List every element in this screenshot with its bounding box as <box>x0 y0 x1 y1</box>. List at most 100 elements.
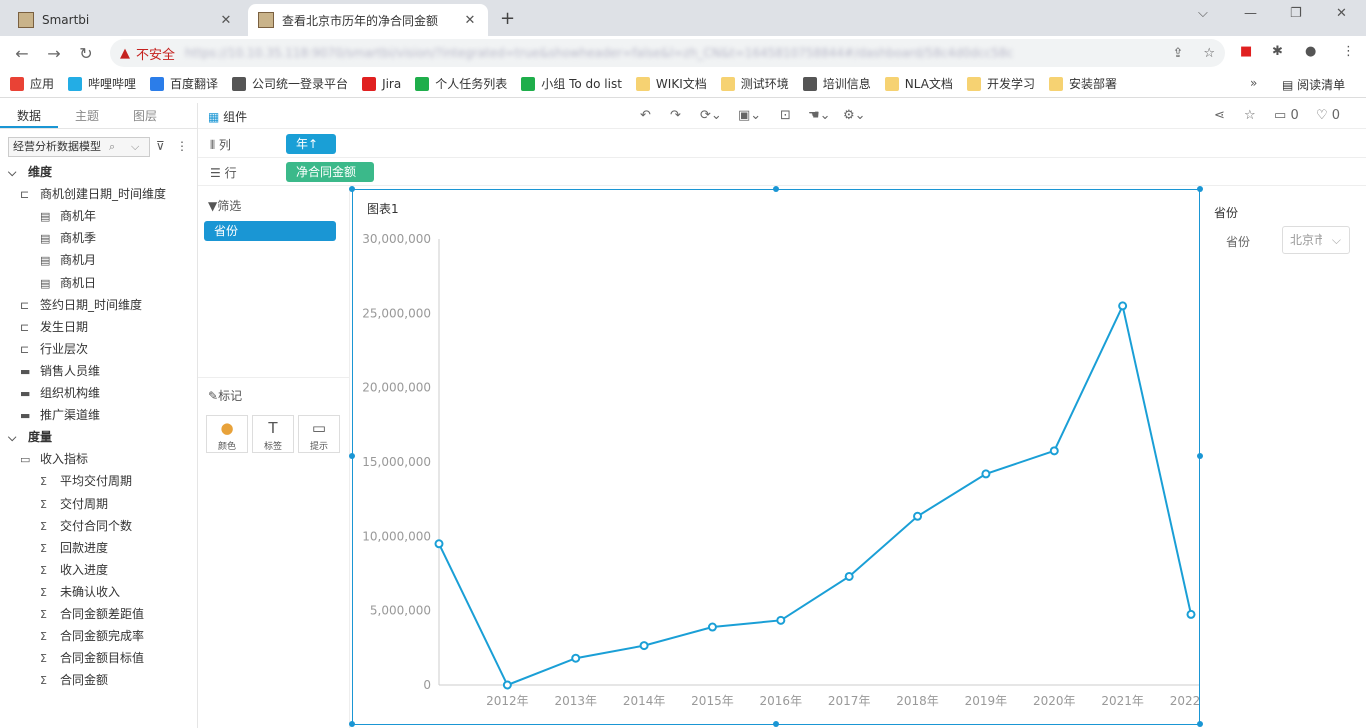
browser-tab-smartbi[interactable]: Smartbi ✕ <box>8 4 244 36</box>
share-icon[interactable]: ⋖ <box>1214 108 1225 123</box>
tree-item[interactable]: ▭ 收入指标 <box>20 450 88 467</box>
data-point <box>639 641 649 651</box>
column-pill-year[interactable]: 年↑ <box>286 134 336 154</box>
tree-item[interactable]: ⊏ 商机创建日期_时间维度 <box>20 185 166 202</box>
tree-item[interactable]: Σ 未确认收入 <box>40 583 120 600</box>
tree-item[interactable]: Σ 交付周期 <box>40 495 108 512</box>
calc-measure-icon: Σ <box>40 563 47 577</box>
mark-tooltip[interactable]: ▭ 提示 <box>298 415 340 453</box>
share-icon[interactable]: ⇪ <box>1172 46 1183 61</box>
component-button[interactable]: ▦ 组件 <box>208 108 247 125</box>
tree-item[interactable]: Σ 收入进度 <box>40 561 108 578</box>
profile-avatar-icon[interactable]: ● <box>1305 44 1316 59</box>
y-tick-label: 15,000,000 <box>362 455 431 469</box>
resize-handle[interactable] <box>349 186 355 192</box>
tree-item[interactable]: Σ 回款进度 <box>40 539 108 556</box>
mark-label[interactable]: T 标签 <box>252 415 294 453</box>
resize-handle[interactable] <box>773 186 779 192</box>
tree-item[interactable]: ⊏ 行业层次 <box>20 340 88 357</box>
reload-icon[interactable]: ↻ <box>70 44 102 63</box>
omnibox[interactable]: ▲ 不安全 https://10.10.35.118:9070/smartbi/… <box>110 39 1225 67</box>
bookmark-item[interactable]: 测试环境 <box>720 75 789 92</box>
resize-handle[interactable] <box>773 721 779 727</box>
tree-item[interactable]: ▬ 推广渠道维 <box>20 406 100 423</box>
tree-item[interactable]: Σ 交付合同个数 <box>40 517 132 534</box>
browser-tab-bar: Smartbi ✕ 查看北京市历年的净合同金额 ✕ + ⌵ — ❐ ✕ <box>0 0 1366 36</box>
restore-icon[interactable]: ❐ <box>1290 6 1302 21</box>
bookmark-item[interactable]: 培训信息 <box>802 75 871 92</box>
like-button[interactable]: ♡ 0 <box>1316 108 1340 123</box>
resize-handle[interactable] <box>349 721 355 727</box>
tree-item[interactable]: ▬ 销售人员维 <box>20 362 100 379</box>
bookmark-item[interactable]: 应用 <box>10 75 54 92</box>
tree-item[interactable]: ▬ 组织机构维 <box>20 384 100 401</box>
save-icon[interactable]: ▣⌄ <box>738 108 761 123</box>
tab-search-icon[interactable]: ⌵ <box>1198 6 1208 21</box>
bookmark-item[interactable]: 安装部署 <box>1048 75 1117 92</box>
forward-icon[interactable]: → <box>38 44 70 63</box>
new-tab-icon[interactable]: + <box>500 8 515 29</box>
filter-pill-province[interactable]: 省份 <box>204 221 336 241</box>
bookmark-star-icon[interactable]: ☆ <box>1203 46 1215 61</box>
bookmark-item[interactable]: 小组 To do list <box>521 75 622 92</box>
tab-data[interactable]: 数据 <box>0 103 58 128</box>
bookmark-item[interactable]: WIKI文档 <box>635 75 707 92</box>
back-icon[interactable]: ← <box>6 44 38 63</box>
undo-icon[interactable]: ↶ <box>640 108 651 123</box>
bookmark-item[interactable]: NLA文档 <box>884 75 953 92</box>
row-pill-amount[interactable]: 净合同金额 <box>286 162 374 182</box>
tree-item[interactable]: ▤ 商机月 <box>40 251 96 268</box>
url-text[interactable]: https://10.10.35.118:9070/smartbi/vision… <box>185 46 1162 60</box>
tree-section[interactable]: ⌵ 维度 <box>8 163 52 180</box>
mark-color[interactable]: ● 颜色 <box>206 415 248 453</box>
tab-theme[interactable]: 主题 <box>58 103 116 128</box>
bookmark-item[interactable]: 公司统一登录平台 <box>232 75 348 92</box>
close-tab-icon[interactable]: ✕ <box>218 13 234 28</box>
tree-item[interactable]: ▤ 商机日 <box>40 274 96 291</box>
more-icon[interactable]: ⋮ <box>176 139 188 153</box>
tree-section[interactable]: ⌵ 度量 <box>8 428 52 445</box>
bookmark-item[interactable]: 开发学习 <box>966 75 1035 92</box>
tree-item[interactable]: Σ 合同金额差距值 <box>40 605 144 622</box>
bookmark-icon <box>802 76 817 91</box>
minimize-icon[interactable]: — <box>1244 6 1257 21</box>
favorite-star-icon[interactable]: ☆ <box>1244 108 1256 123</box>
grid-icon: ▦ <box>208 110 220 124</box>
bookmark-icon <box>884 76 899 91</box>
refresh-icon[interactable]: ⟳⌄ <box>700 108 722 123</box>
province-select[interactable]: 北京市 ⌵ <box>1282 226 1350 254</box>
preview-icon[interactable]: ⊡ <box>780 108 791 123</box>
reading-list[interactable]: ▤ 阅读清单 <box>1282 76 1345 93</box>
bookmark-item[interactable]: Jira <box>362 76 401 91</box>
chart-component[interactable]: 图表1 0 5,000,000 10,000,000 15,000,000 20,000… <box>352 189 1200 725</box>
tree-item[interactable]: ⊏ 签约日期_时间维度 <box>20 296 142 313</box>
filter-icon[interactable]: ⊽ <box>156 139 165 153</box>
hand-icon[interactable]: ☚⌄ <box>808 108 831 123</box>
tree-item[interactable]: ⊏ 发生日期 <box>20 318 88 335</box>
bookmark-icon <box>720 76 735 91</box>
address-bar-row: ← → ↻ ▲ 不安全 https://10.10.35.118:9070/sm… <box>0 36 1366 70</box>
comment-button[interactable]: ▭ 0 <box>1274 108 1299 123</box>
filter-panel: ▼筛选 省份 ✎标记 ● 颜色 T 标签 ▭ 提示 <box>198 189 350 728</box>
menu-kebab-icon[interactable]: ⋮ <box>1342 44 1355 59</box>
tree-item[interactable]: Σ 合同金额 <box>40 671 108 688</box>
tree-item[interactable]: ▤ 商机季 <box>40 229 96 246</box>
redo-icon[interactable]: ↷ <box>670 108 681 123</box>
close-tab-icon[interactable]: ✕ <box>462 13 478 28</box>
tree-item[interactable]: ▤ 商机年 <box>40 207 96 224</box>
tree-item[interactable]: Σ 合同金额目标值 <box>40 649 144 666</box>
bookmark-item[interactable]: 百度翻译 <box>150 75 218 92</box>
resize-handle[interactable] <box>349 453 355 459</box>
bookmark-overflow-icon[interactable]: » <box>1250 76 1257 90</box>
extensions-puzzle-icon[interactable]: ✱ <box>1272 44 1283 59</box>
tree-item[interactable]: Σ 合同金额完成率 <box>40 627 144 644</box>
settings-gear-icon[interactable]: ⚙⌄ <box>843 108 866 123</box>
window-close-icon[interactable]: ✕ <box>1336 6 1347 21</box>
extension-badge-icon[interactable]: ■ <box>1240 44 1252 59</box>
model-select[interactable]: 经营分析数据模型 ⌕ ⌵ <box>8 137 150 157</box>
bookmark-item[interactable]: 个人任务列表 <box>415 75 507 92</box>
browser-tab-active[interactable]: 查看北京市历年的净合同金额 ✕ <box>248 4 488 36</box>
tree-item[interactable]: Σ 平均交付周期 <box>40 472 132 489</box>
bookmark-item[interactable]: 哔哩哔哩 <box>68 75 136 92</box>
tab-layers[interactable]: 图层 <box>116 103 174 128</box>
